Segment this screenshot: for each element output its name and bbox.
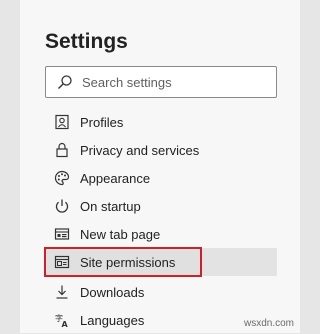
search-icon <box>56 73 74 91</box>
sidebar-item-label: Profiles <box>80 114 124 130</box>
sidebar-item-label: Site permissions <box>80 254 176 270</box>
page-title: Settings <box>45 30 128 53</box>
site-permissions-icon <box>53 253 71 271</box>
sidebar-item-label: On startup <box>80 198 141 214</box>
sidebar-item-privacy[interactable]: Privacy and services <box>45 136 277 164</box>
sidebar-item-on-startup[interactable]: On startup <box>45 192 277 220</box>
sidebar-item-new-tab-page[interactable]: New tab page <box>45 220 277 248</box>
search-input[interactable] <box>82 74 262 90</box>
sidebar-item-label: New tab page <box>80 226 161 242</box>
sidebar-item-label: Privacy and services <box>80 142 200 158</box>
search-box[interactable] <box>45 66 277 98</box>
sidebar-item-label: Downloads <box>80 284 145 300</box>
sidebar-item-downloads[interactable]: Downloads <box>45 278 277 306</box>
power-icon <box>53 197 71 215</box>
sidebar-item-label: Appearance <box>80 170 151 186</box>
new-tab-icon <box>53 225 71 243</box>
lock-icon <box>53 141 71 159</box>
profile-icon <box>53 113 71 131</box>
sidebar-item-appearance[interactable]: Appearance <box>45 164 277 192</box>
download-icon <box>53 283 71 301</box>
svg-text:A: A <box>62 320 69 328</box>
palette-icon <box>53 169 71 187</box>
language-icon: 字 A <box>53 311 71 329</box>
sidebar-item-profiles[interactable]: Profiles <box>45 108 277 136</box>
sidebar-item-site-permissions[interactable]: Site permissions <box>44 247 202 277</box>
sidebar-item-label: Languages <box>80 312 145 328</box>
sidebar-item-languages[interactable]: 字 A Languages <box>45 306 277 334</box>
watermark: wsxdn.com <box>243 318 294 329</box>
